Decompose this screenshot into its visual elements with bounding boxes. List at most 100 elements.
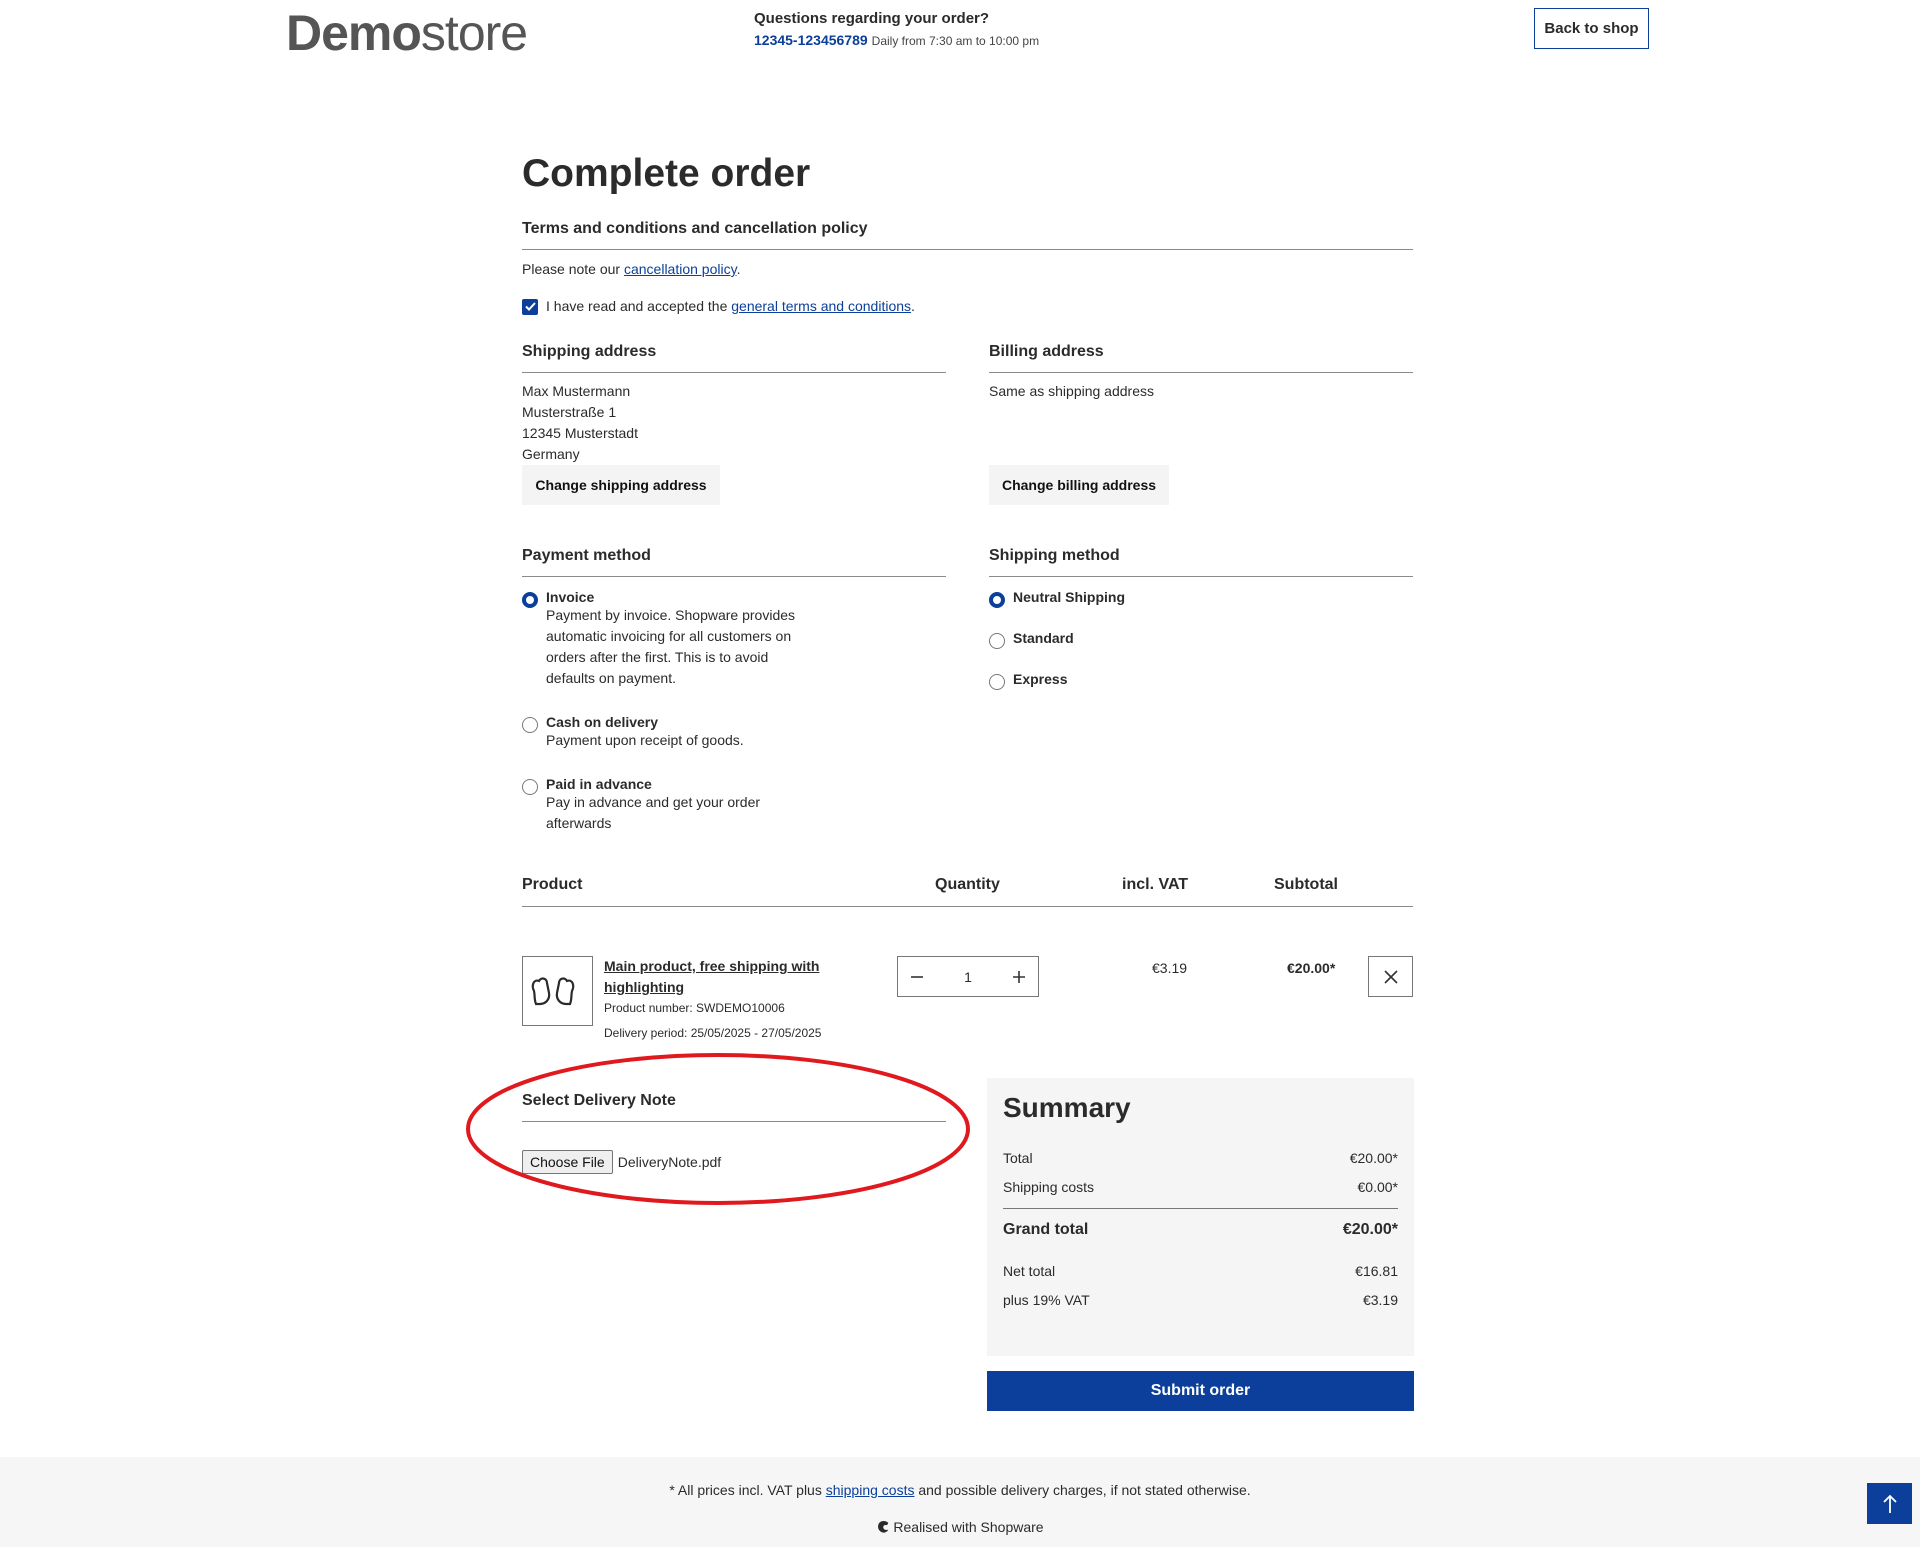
- cart-header-divider: [522, 906, 1413, 907]
- cancellation-note-suffix: .: [736, 261, 741, 277]
- address-line: Germany: [522, 446, 580, 462]
- terms-accept-text: I have read and accepted the: [546, 298, 732, 314]
- footer-price-note: * All prices incl. VAT plus shipping cos…: [0, 1482, 1920, 1498]
- terms-heading: Terms and conditions and cancellation po…: [522, 220, 1413, 250]
- summary-grand-label: Grand total: [1003, 1221, 1089, 1238]
- item-vat: €3.19: [1152, 960, 1188, 976]
- realised-with-shopware[interactable]: Realised with Shopware: [0, 1519, 1920, 1535]
- shipping-option-label: Express: [1013, 671, 1068, 687]
- payment-option-label: Paid in advance: [546, 776, 652, 792]
- checkmark-icon: [524, 302, 536, 311]
- footer-note-text: * All prices incl. VAT plus: [669, 1482, 826, 1498]
- submit-order-button[interactable]: Submit order: [987, 1371, 1414, 1411]
- remove-item-button[interactable]: [1368, 956, 1413, 997]
- plus-icon[interactable]: [1012, 970, 1026, 984]
- shipping-option-express[interactable]: Express: [989, 671, 1068, 690]
- address-line: Musterstraße 1: [522, 404, 617, 420]
- shipping-radio-express[interactable]: [989, 674, 1005, 690]
- footer: * All prices incl. VAT plus shipping cos…: [0, 1457, 1920, 1547]
- payment-method-section: Payment method: [522, 547, 946, 577]
- summary-divider: [1003, 1208, 1398, 1209]
- summary-grand-value: €20.00*: [1342, 1221, 1398, 1238]
- product-name-link[interactable]: Main product, free shipping with highlig…: [604, 956, 844, 998]
- mittens-icon: [531, 977, 574, 1006]
- col-vat: incl. VAT: [1122, 876, 1189, 893]
- shipping-option-neutral[interactable]: Neutral Shipping: [989, 589, 1125, 608]
- payment-option-cod[interactable]: Cash on delivery Payment upon receipt of…: [522, 714, 812, 751]
- payment-option-desc: Payment upon receipt of goods.: [546, 732, 744, 748]
- contact-question: Questions regarding your order?: [754, 10, 990, 27]
- store-logo[interactable]: Demostore: [286, 4, 528, 62]
- terms-section: Terms and conditions and cancellation po…: [522, 220, 1413, 250]
- cart-row: Main product, free shipping with highlig…: [522, 956, 1413, 1046]
- payment-radio-advance[interactable]: [522, 779, 538, 795]
- shipping-option-label: Neutral Shipping: [1013, 589, 1125, 605]
- product-image[interactable]: [522, 956, 593, 1026]
- shipping-radio-standard[interactable]: [989, 633, 1005, 649]
- col-subtotal: Subtotal: [1274, 876, 1338, 893]
- realised-text: Realised with Shopware: [893, 1519, 1044, 1535]
- change-shipping-address-button[interactable]: Change shipping address: [522, 465, 720, 505]
- general-terms-link[interactable]: general terms and conditions: [731, 298, 911, 314]
- product-number: Product number: SWDEMO10006: [604, 1001, 785, 1015]
- summary-net-value: €16.81: [1355, 1263, 1398, 1279]
- summary-shipping-value: €0.00*: [1357, 1179, 1398, 1195]
- summary-total-label: Total: [1003, 1150, 1033, 1166]
- footer-note-suffix: and possible delivery charges, if not st…: [914, 1482, 1251, 1498]
- col-quantity: Quantity: [935, 876, 1000, 893]
- summary-vat-row: plus 19% VAT €3.19: [1003, 1292, 1398, 1308]
- header: Demostore Questions regarding your order…: [0, 0, 1920, 62]
- payment-radio-cod[interactable]: [522, 717, 538, 733]
- payment-method-heading: Payment method: [522, 547, 946, 577]
- item-subtotal: €20.00*: [1287, 960, 1336, 976]
- payment-radio-invoice[interactable]: [522, 592, 538, 608]
- shipping-method-heading: Shipping method: [989, 547, 1413, 577]
- billing-address-text: Same as shipping address: [989, 383, 1154, 399]
- payment-option-desc: Pay in advance and get your order afterw…: [546, 794, 761, 831]
- cancellation-policy-link[interactable]: cancellation policy: [624, 261, 737, 277]
- minus-icon[interactable]: [910, 970, 924, 984]
- quantity-value[interactable]: 1: [964, 969, 972, 985]
- shipping-option-standard[interactable]: Standard: [989, 630, 1074, 649]
- summary-net-label: Net total: [1003, 1263, 1056, 1279]
- logo-bold: Demo: [286, 5, 422, 61]
- terms-accept-row: I have read and accepted the general ter…: [522, 296, 915, 317]
- terms-accept-suffix: .: [911, 298, 915, 314]
- payment-option-advance[interactable]: Paid in advance Pay in advance and get y…: [522, 776, 782, 834]
- cancellation-note: Please note our cancellation policy.: [522, 259, 740, 280]
- contact-phone[interactable]: 12345-123456789: [754, 32, 868, 48]
- summary-heading: Summary: [1003, 1092, 1131, 1123]
- scroll-to-top-button[interactable]: [1867, 1483, 1912, 1524]
- page-title: Complete order: [522, 152, 811, 195]
- summary-vat-label: plus 19% VAT: [1003, 1292, 1090, 1308]
- contact-info: Questions regarding your order? 12345-12…: [754, 10, 1039, 48]
- change-billing-address-button[interactable]: Change billing address: [989, 465, 1169, 505]
- address-line: Max Mustermann: [522, 383, 631, 399]
- delivery-period: Delivery period: 25/05/2025 - 27/05/2025: [604, 1026, 822, 1040]
- shipping-method-section: Shipping method: [989, 547, 1413, 577]
- contact-hours: Daily from 7:30 am to 10:00 pm: [871, 34, 1040, 48]
- address-line: 12345 Musterstadt: [522, 425, 638, 441]
- summary-vat-value: €3.19: [1362, 1292, 1398, 1308]
- summary-total-row: Total €20.00*: [1003, 1150, 1398, 1166]
- shipping-radio-neutral[interactable]: [989, 592, 1005, 608]
- shipping-option-label: Standard: [1013, 630, 1074, 646]
- logo-light: store: [420, 5, 528, 61]
- shipping-address-text: Max Mustermann Musterstraße 1 12345 Must…: [522, 381, 946, 465]
- product-info: Main product, free shipping with highlig…: [604, 956, 844, 1040]
- billing-address-section: Billing address Same as shipping address…: [989, 343, 1413, 505]
- order-summary: Summary Total €20.00* Shipping costs €0.…: [987, 1078, 1414, 1356]
- terms-checkbox[interactable]: [522, 298, 538, 315]
- shipping-costs-link[interactable]: shipping costs: [826, 1482, 915, 1498]
- payment-option-invoice[interactable]: Invoice Payment by invoice. Shopware pro…: [522, 589, 812, 689]
- quantity-stepper[interactable]: 1: [897, 956, 1039, 997]
- col-product: Product: [522, 876, 583, 893]
- back-to-shop-button[interactable]: Back to shop: [1534, 8, 1649, 49]
- summary-shipping-row: Shipping costs €0.00*: [1003, 1179, 1398, 1195]
- close-icon: [1383, 969, 1398, 984]
- shipping-address-heading: Shipping address: [522, 343, 946, 373]
- shipping-address-section: Shipping address Max Mustermann Musterst…: [522, 343, 946, 505]
- payment-option-label: Cash on delivery: [546, 714, 659, 730]
- payment-option-label: Invoice: [546, 589, 595, 605]
- summary-net-row: Net total €16.81: [1003, 1263, 1398, 1279]
